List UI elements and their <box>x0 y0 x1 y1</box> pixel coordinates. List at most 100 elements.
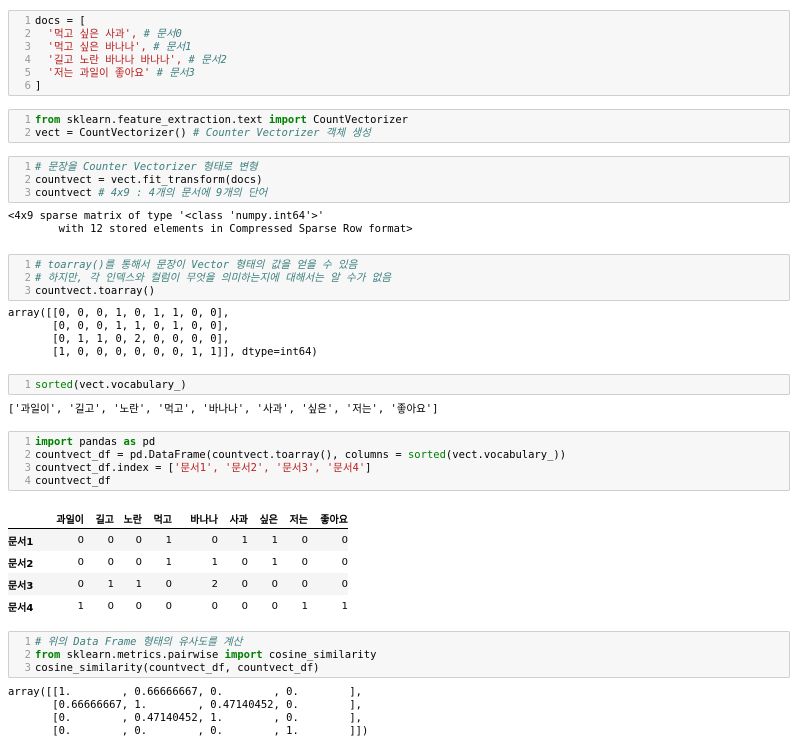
code-cell-dataframe[interactable]: 1 import pandas as pd 2 countvect_df = pd.… <box>8 431 790 491</box>
table-cell: 0 <box>301 534 308 546</box>
line-number: 3 <box>24 662 31 674</box>
table-cell: 0 <box>271 600 278 612</box>
line-number: 2 <box>24 174 31 186</box>
table-cell: 1 <box>241 534 248 546</box>
line-number: 4 <box>24 54 31 66</box>
string-literal: '저는 과일이 좋아요' <box>47 67 151 79</box>
row-index: 문서4 <box>8 602 34 614</box>
line-number: 1 <box>24 15 31 27</box>
table-cell: 1 <box>301 600 308 612</box>
code-line: countvect_df.index = ['문서1', '문서2', '문서3… <box>35 462 371 475</box>
module-name: sklearn.metrics.pairwise <box>60 649 225 661</box>
string-literal: '문서1', '문서2', '문서3', '문서4' <box>174 462 366 474</box>
code-line: docs = [ <box>35 15 86 27</box>
builtin-function: sorted <box>407 449 446 461</box>
table-cell: 1 <box>107 578 114 590</box>
table-cell: 0 <box>77 578 84 590</box>
comment: # 문서2 <box>188 54 227 66</box>
table-row: 문서4 1 0 0 0 0 0 0 1 1 <box>8 595 348 617</box>
line-number: 1 <box>24 161 31 173</box>
comment: # 문서0 <box>143 28 182 40</box>
code-line: '길고 노란 바나나 바나나', # 문서2 <box>35 54 227 67</box>
code-text: ] <box>365 462 372 474</box>
code-text: vect = CountVectorizer() <box>35 127 194 139</box>
code-cell-docs[interactable]: 1 docs = [ 2 '먹고 싶은 사과', # 문서0 3 '먹고 싶은 바… <box>8 10 790 96</box>
code-line: '먹고 싶은 사과', # 문서0 <box>35 28 182 41</box>
line-number: 3 <box>24 187 31 199</box>
column-header: 노란 <box>114 508 142 529</box>
comment: # 위의 Data Frame 형태의 유사도를 계산 <box>35 636 243 648</box>
dataframe-output-table: 과일이 길고 노란 먹고 바나나 사과 싶은 저는 좋아요 문서1 0 0 0 … <box>8 508 348 617</box>
column-header: 사과 <box>218 508 248 529</box>
code-line: countvect_df <box>35 475 111 487</box>
table-cell: 0 <box>341 534 348 546</box>
line-number: 2 <box>24 28 31 40</box>
code-cell-cosine-similarity[interactable]: 1 # 위의 Data Frame 형태의 유사도를 계산 2 from sklea… <box>8 631 790 678</box>
line-number: 1 <box>24 259 31 271</box>
table-cell: 0 <box>301 556 308 568</box>
table-cell: 0 <box>165 578 172 590</box>
import-name: pd <box>136 436 156 448</box>
code-text: countvect <box>35 187 99 199</box>
code-text: countvect_df.index = [ <box>35 462 175 474</box>
row-index: 문서1 <box>8 536 34 548</box>
import-name: CountVectorizer <box>306 114 409 126</box>
line-number: 2 <box>24 127 31 139</box>
line-number: 4 <box>24 475 31 487</box>
table-cell: 0 <box>135 534 142 546</box>
table-cell: 0 <box>211 600 218 612</box>
comment: # 문서3 <box>156 67 195 79</box>
code-line: '저는 과일이 좋아요' # 문서3 <box>35 67 195 80</box>
table-cell: 1 <box>77 600 84 612</box>
code-cell-import-vectorizer[interactable]: 1 from sklearn.feature_extraction.text im… <box>8 109 790 143</box>
row-index: 문서2 <box>8 558 34 570</box>
module-name: sklearn.feature_extraction.text <box>60 114 269 126</box>
table-cell: 0 <box>271 578 278 590</box>
column-header: 싶은 <box>248 508 278 529</box>
code-line: from sklearn.feature_extraction.text imp… <box>35 114 408 127</box>
table-cell: 0 <box>77 534 84 546</box>
code-text: (vect.vocabulary_) <box>72 379 187 391</box>
string-literal: '먹고 싶은 사과', <box>47 28 138 40</box>
comment: # 문장을 Counter Vectorizer 형태로 변형 <box>35 161 258 173</box>
builtin-function: sorted <box>35 379 73 391</box>
column-header: 길고 <box>84 508 114 529</box>
table-cell: 1 <box>135 578 142 590</box>
code-line: '먹고 싶은 바나나', # 문서1 <box>35 41 192 54</box>
comment: # Counter Vectorizer 객체 생성 <box>193 127 371 139</box>
column-header: 저는 <box>278 508 308 529</box>
keyword: as <box>123 436 137 448</box>
code-cell-fit-transform[interactable]: 1 # 문장을 Counter Vectorizer 형태로 변형 2 countv… <box>8 156 790 203</box>
table-cell: 1 <box>341 600 348 612</box>
table-cell: 0 <box>165 600 172 612</box>
table-cell: 0 <box>107 600 114 612</box>
comment: # 문서1 <box>153 41 192 53</box>
cell-output-vocabulary: ['과일이', '길고', '노란', '먹고', '바나나', '사과', '… <box>8 403 439 415</box>
column-header: 바나나 <box>172 508 218 529</box>
line-number: 6 <box>24 80 31 92</box>
row-index: 문서3 <box>8 580 34 592</box>
keyword: import <box>35 436 73 448</box>
line-number: 1 <box>24 636 31 648</box>
column-header: 좋아요 <box>308 508 348 529</box>
import-name: cosine_similarity <box>262 649 377 661</box>
table-cell: 0 <box>107 534 114 546</box>
code-line: countvect = vect.fit_transform(docs) <box>35 174 263 186</box>
index-header <box>8 508 44 529</box>
string-literal: '먹고 싶은 바나나', <box>47 41 147 53</box>
line-number: 3 <box>24 41 31 53</box>
table-header-row: 과일이 길고 노란 먹고 바나나 사과 싶은 저는 좋아요 <box>8 508 348 529</box>
keyword: from <box>35 114 61 126</box>
code-cell-sorted-vocabulary[interactable]: 1 sorted(vect.vocabulary_) <box>8 374 790 395</box>
code-text: (vect.vocabulary_)) <box>445 449 567 461</box>
code-cell-toarray[interactable]: 1 # toarray()를 통해서 문장이 Vector 형태의 값을 얻을 수… <box>8 254 790 301</box>
string-literal: '길고 노란 바나나 바나나', <box>47 54 183 66</box>
table-cell: 0 <box>301 578 308 590</box>
table-row: 문서1 0 0 0 1 0 1 1 0 0 <box>8 528 348 551</box>
keyword: import <box>224 649 263 661</box>
cell-output-array: array([[0, 0, 0, 1, 0, 1, 1, 0, 0], [0, … <box>8 307 318 358</box>
cell-output-similarity-array: array([[1. , 0.66666667, 0. , 0. ], [0.6… <box>8 686 369 737</box>
table-cell: 1 <box>165 556 172 568</box>
line-number: 2 <box>24 272 31 284</box>
code-line: from sklearn.metrics.pairwise import cos… <box>35 649 376 662</box>
